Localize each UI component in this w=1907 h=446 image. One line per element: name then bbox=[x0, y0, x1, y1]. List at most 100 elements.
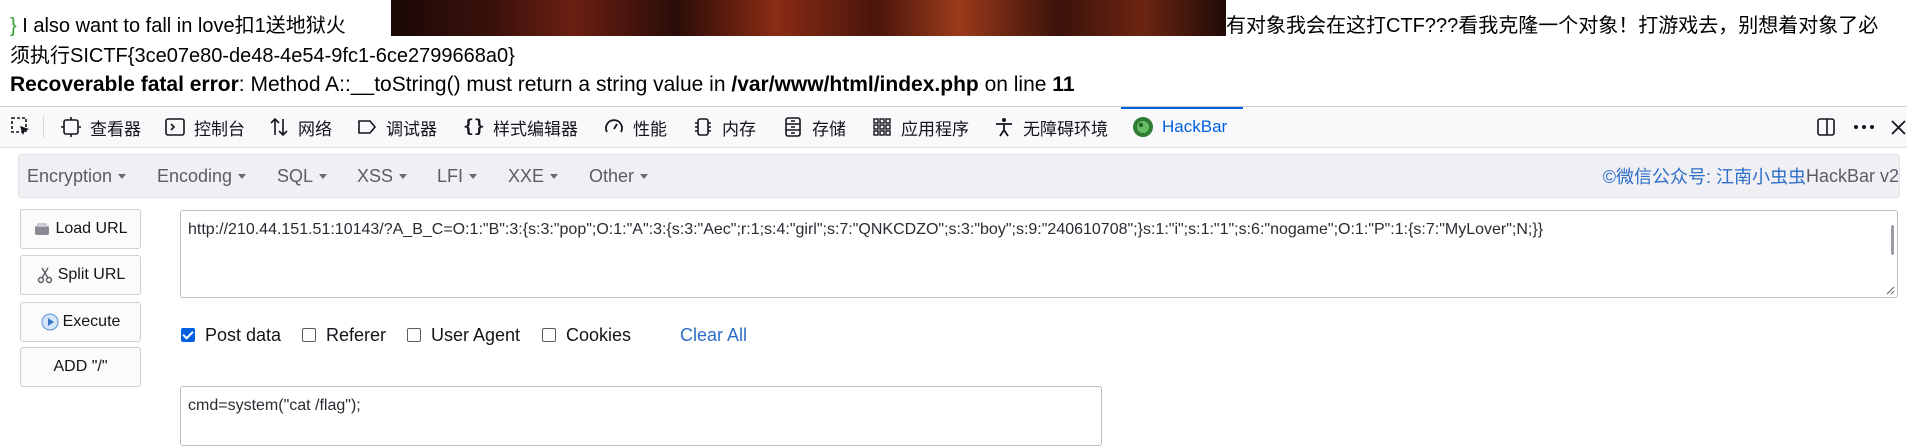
hackbar-brand: ©微信公众号: 江南小虫虫 HackBar v2 bbox=[1603, 155, 1899, 197]
performance-icon bbox=[605, 119, 623, 133]
chevron-down-icon bbox=[399, 173, 408, 179]
menu-encryption[interactable]: Encryption bbox=[27, 155, 127, 197]
tab-performance[interactable]: 性能 bbox=[603, 107, 667, 147]
hackbar-menu: Encryption Encoding SQL XSS LFI XXE Othe… bbox=[18, 154, 1900, 198]
fatal-error-line: Recoverable fatal error: Method A::__toS… bbox=[10, 72, 1075, 98]
output-line-1-right: 有对象我会在这打CTF???看我克隆一个对象！打游戏去，别想着对象了必 bbox=[1226, 15, 1879, 37]
tab-network[interactable]: 网络 bbox=[268, 107, 332, 147]
tab-inspector[interactable]: 查看器 bbox=[60, 107, 141, 147]
user-agent-checkbox[interactable] bbox=[407, 328, 421, 342]
menu-sql[interactable]: SQL bbox=[277, 155, 328, 197]
menu-label: Other bbox=[589, 165, 635, 186]
tab-label: 应用程序 bbox=[901, 119, 969, 139]
tab-label: 无障碍环境 bbox=[1023, 119, 1108, 139]
execute-button[interactable]: Execute bbox=[20, 302, 141, 342]
devtools-toolbar: 查看器 控制台 网络 调试器 {} 样式编辑器 性能 内存 存储 应用程序 无障… bbox=[0, 106, 1907, 148]
menu-encoding[interactable]: Encoding bbox=[157, 155, 247, 197]
menu-label: Encryption bbox=[27, 165, 113, 186]
referer-checkbox[interactable] bbox=[302, 328, 316, 342]
tab-label: 调试器 bbox=[386, 119, 437, 139]
output-line-2-flag: 须执行SICTF{3ce07e80-de48-4e54-9fc1-6ce2799… bbox=[10, 45, 515, 67]
split-url-button[interactable]: Split URL bbox=[20, 255, 141, 295]
accessibility-icon bbox=[996, 118, 1012, 137]
button-label: Execute bbox=[62, 313, 121, 330]
tab-style-editor[interactable]: {} 样式编辑器 bbox=[463, 107, 578, 147]
menu-label: XSS bbox=[357, 165, 394, 186]
toolbar-separator bbox=[43, 116, 44, 138]
button-label: Split URL bbox=[57, 266, 126, 283]
tab-label: 性能 bbox=[633, 119, 667, 139]
tab-label: 样式编辑器 bbox=[493, 119, 578, 139]
menu-label: XXE bbox=[508, 165, 545, 186]
tab-debugger[interactable]: 调试器 bbox=[356, 107, 437, 147]
brand-link[interactable]: ©微信公众号: 江南小虫虫 bbox=[1603, 163, 1806, 189]
more-options-icon[interactable] bbox=[1852, 107, 1876, 147]
clear-all-link[interactable]: Clear All bbox=[680, 322, 747, 348]
option-label: Referer bbox=[326, 324, 387, 345]
tab-application[interactable]: 应用程序 bbox=[871, 107, 969, 147]
chevron-down-icon bbox=[238, 173, 247, 179]
close-icon[interactable] bbox=[1890, 107, 1907, 147]
scissors-icon bbox=[37, 267, 52, 284]
tab-memory[interactable]: 内存 bbox=[692, 107, 756, 147]
page-output: } I also want to fall in love扣1送地狱火 有对象我… bbox=[0, 0, 1907, 105]
referer-option[interactable]: Referer bbox=[302, 322, 386, 348]
menu-label: LFI bbox=[437, 165, 464, 186]
post-data-textarea[interactable]: cmd=system("cat /flag"); bbox=[180, 386, 1102, 446]
cookies-option[interactable]: Cookies bbox=[542, 322, 631, 348]
tab-hackbar[interactable]: HackBar bbox=[1132, 107, 1227, 147]
option-label: User Agent bbox=[431, 324, 521, 345]
inline-image bbox=[391, 0, 1226, 36]
error-message: : Method A::__toString() must return a s… bbox=[238, 73, 732, 96]
post-data-option[interactable]: Post data bbox=[181, 322, 281, 348]
error-line-number: 11 bbox=[1052, 73, 1075, 96]
chevron-down-icon bbox=[469, 173, 478, 179]
style-editor-icon: {} bbox=[463, 116, 485, 137]
error-path: /var/www/html/index.php bbox=[731, 73, 979, 96]
option-label: Post data bbox=[205, 324, 282, 345]
menu-label: SQL bbox=[277, 165, 314, 186]
menu-label: Encoding bbox=[157, 165, 233, 186]
tab-label: 控制台 bbox=[194, 119, 245, 139]
memory-icon bbox=[695, 118, 711, 136]
output-brace: } bbox=[10, 15, 17, 37]
cookies-checkbox[interactable] bbox=[542, 328, 556, 342]
brand-version: HackBar v2 bbox=[1805, 165, 1899, 186]
tab-storage[interactable]: 存储 bbox=[782, 107, 846, 147]
chevron-down-icon bbox=[640, 173, 649, 179]
dock-side-icon[interactable] bbox=[1815, 107, 1837, 147]
post-data-checkbox[interactable] bbox=[181, 328, 195, 342]
scrollbar[interactable] bbox=[1891, 225, 1894, 255]
menu-xxe[interactable]: XXE bbox=[508, 155, 559, 197]
add-slash-button[interactable]: ADD "/" bbox=[20, 347, 141, 387]
url-value: http://210.44.151.51:10143/?A_B_C=O:1:"B… bbox=[188, 221, 1544, 238]
menu-xss[interactable]: XSS bbox=[357, 155, 408, 197]
tab-label: 存储 bbox=[812, 119, 846, 139]
tab-accessibility[interactable]: 无障碍环境 bbox=[993, 107, 1108, 147]
button-label: Load URL bbox=[55, 220, 128, 237]
chevron-down-icon bbox=[550, 173, 559, 179]
console-icon bbox=[165, 118, 185, 136]
output-line-1-left: I also want to fall in love扣1送地狱火 bbox=[16, 15, 346, 37]
menu-other[interactable]: Other bbox=[589, 155, 649, 197]
tab-console[interactable]: 控制台 bbox=[164, 107, 245, 147]
hackbar-icon bbox=[1133, 117, 1153, 137]
resize-grip-icon[interactable] bbox=[1883, 283, 1895, 295]
tab-label: HackBar bbox=[1162, 117, 1228, 136]
network-icon bbox=[270, 117, 288, 137]
url-textarea[interactable]: http://210.44.151.51:10143/?A_B_C=O:1:"B… bbox=[180, 210, 1898, 298]
button-label: ADD "/" bbox=[53, 358, 108, 375]
menu-lfi[interactable]: LFI bbox=[437, 155, 478, 197]
debugger-icon bbox=[358, 120, 377, 134]
tab-label: 网络 bbox=[298, 119, 332, 139]
pick-element-icon[interactable] bbox=[10, 107, 32, 147]
tab-label: 内存 bbox=[722, 119, 756, 139]
load-icon bbox=[35, 223, 50, 235]
play-icon bbox=[41, 313, 59, 331]
load-url-button[interactable]: Load URL bbox=[20, 209, 141, 249]
user-agent-option[interactable]: User Agent bbox=[407, 322, 520, 348]
post-data-value: cmd=system("cat /flag"); bbox=[188, 397, 361, 414]
option-label: Cookies bbox=[566, 324, 632, 345]
storage-icon bbox=[785, 117, 801, 137]
error-on-line: on line bbox=[978, 73, 1053, 96]
